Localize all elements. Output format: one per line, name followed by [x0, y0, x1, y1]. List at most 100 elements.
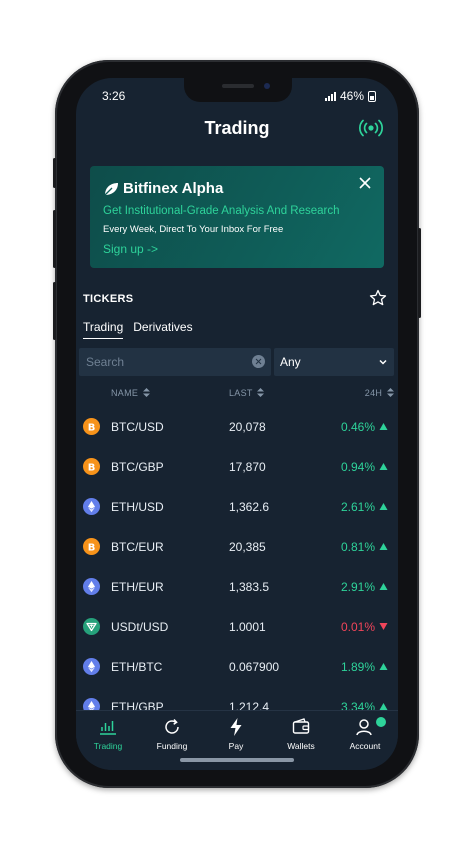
mute-switch — [53, 158, 56, 188]
tabbar-label-wallets: Wallets — [287, 741, 315, 751]
arrow-up-icon — [379, 503, 388, 510]
eth-coin-icon — [83, 578, 100, 595]
ticker-row[interactable]: B BTC/GBP 17,870 0.94% — [76, 458, 398, 498]
ticker-24h-change: 2.61% — [340, 500, 375, 514]
svg-text:B: B — [88, 463, 96, 474]
promo-banner[interactable]: Bitfinex Alpha Get Institutional-Grade A… — [90, 166, 384, 268]
eth-coin-icon — [83, 658, 100, 675]
ticker-last-price: 1,383.5 — [229, 580, 270, 594]
battery-percent: 46% — [339, 89, 364, 103]
ticker-pair: USDt/USD — [111, 620, 169, 634]
btc-coin-icon: B — [83, 458, 100, 475]
battery-icon — [368, 90, 376, 102]
svg-text:B: B — [88, 543, 96, 554]
arrow-up-icon — [379, 423, 388, 430]
speaker-grille — [222, 84, 254, 88]
power-button — [418, 228, 421, 318]
user-icon — [356, 719, 372, 736]
ticker-24h-change: 0.81% — [340, 540, 375, 554]
ticker-pair: BTC/GBP — [111, 460, 164, 474]
sort-icon — [257, 388, 265, 397]
tabbar-label-trading: Trading — [93, 741, 123, 751]
sort-icon — [143, 388, 151, 397]
ticker-pair: BTC/EUR — [111, 540, 164, 554]
ticker-row[interactable]: B BTC/EUR 20,385 0.81% — [76, 538, 398, 578]
column-header-name[interactable]: NAME — [111, 388, 151, 398]
broadcast-icon[interactable] — [358, 117, 384, 139]
btc-coin-icon: B — [83, 538, 100, 555]
banner-subtitle: Get Institutional-Grade Analysis And Res… — [103, 205, 340, 217]
tabbar-label-pay: Pay — [228, 741, 244, 751]
filter-value: Any — [280, 355, 301, 369]
close-icon[interactable] — [358, 176, 372, 190]
search-input[interactable]: Search — [86, 355, 124, 369]
arrow-up-icon — [379, 463, 388, 470]
ticker-row[interactable]: ETH/USD 1,362.6 2.61% — [76, 498, 398, 538]
lightning-icon — [230, 718, 242, 736]
notch — [184, 78, 292, 102]
arrow-up-icon — [379, 663, 388, 670]
tabbar-item-pay[interactable]: Pay — [204, 717, 268, 751]
arrow-up-icon — [379, 543, 388, 550]
ticker-last-price: 20,078 — [229, 420, 266, 434]
ticker-24h-change: 0.46% — [340, 420, 375, 434]
ticker-24h-change: 0.94% — [340, 460, 375, 474]
btc-coin-icon: B — [83, 418, 100, 435]
tab-derivatives[interactable]: Derivatives — [133, 320, 192, 339]
ticker-tabs: Trading Derivatives — [83, 320, 193, 339]
ticker-pair: ETH/USD — [111, 500, 164, 514]
tabbar-item-account[interactable]: Account — [333, 717, 397, 751]
sort-icon — [387, 388, 394, 397]
column-header-24h[interactable]: 24H — [365, 388, 394, 398]
ticker-last-price: 17,870 — [229, 460, 266, 474]
tabbar-label-funding: Funding — [156, 741, 188, 751]
ticker-row[interactable]: B BTC/USD 20,078 0.46% — [76, 418, 398, 458]
home-indicator[interactable] — [180, 758, 294, 762]
ticker-last-price: 1.0001 — [229, 620, 266, 634]
tabbar-item-funding[interactable]: Funding — [140, 717, 204, 751]
status-time: 3:26 — [102, 89, 126, 103]
ticker-24h-change: 1.89% — [340, 660, 375, 674]
ticker-pair: ETH/EUR — [111, 580, 164, 594]
eth-coin-icon — [83, 498, 100, 515]
tab-trading[interactable]: Trading — [83, 320, 124, 339]
notification-dot — [376, 717, 386, 727]
column-last-label: LAST — [229, 388, 253, 398]
arrow-up-icon — [379, 583, 388, 590]
ticker-row[interactable]: ETH/BTC 0.067900 1.89% — [76, 658, 398, 698]
volume-down-button — [53, 282, 56, 340]
filter-select[interactable]: Any — [274, 348, 394, 376]
ticker-last-price: 20,385 — [229, 540, 266, 554]
signup-link[interactable]: Sign up -> — [103, 242, 158, 256]
ticker-last-price: 0.067900 — [229, 660, 280, 674]
volume-up-button — [53, 210, 56, 268]
signal-icon — [324, 91, 336, 101]
clear-icon[interactable] — [252, 355, 265, 368]
arrow-down-icon — [379, 623, 388, 630]
camera-icon — [264, 83, 270, 89]
refresh-icon — [165, 718, 179, 734]
ticker-pair: BTC/USD — [111, 420, 164, 434]
tickers-heading: TICKERS — [83, 293, 134, 305]
banner-title: Bitfinex Alpha — [123, 180, 224, 197]
column-24h-label: 24H — [364, 388, 383, 398]
ticker-row[interactable]: ETH/EUR 1,383.5 2.91% — [76, 578, 398, 618]
tabbar-item-wallets[interactable]: Wallets — [269, 717, 333, 751]
page-title: Trading — [204, 118, 270, 138]
search-field[interactable]: Search — [79, 348, 271, 376]
usdt-coin-icon — [83, 618, 100, 635]
ticker-last-price: 1,362.6 — [229, 500, 270, 514]
chart-icon — [100, 721, 116, 735]
column-name-label: NAME — [111, 388, 139, 398]
ticker-pair: ETH/BTC — [111, 660, 163, 674]
tabbar-label-account: Account — [349, 741, 381, 751]
tabbar-item-trading[interactable]: Trading — [76, 717, 140, 751]
ticker-row[interactable]: USDt/USD 1.0001 0.01% — [76, 618, 398, 658]
wallet-icon — [292, 718, 310, 734]
ticker-24h-change: 0.01% — [340, 620, 375, 634]
column-header-last[interactable]: LAST — [229, 388, 265, 398]
banner-body: Every Week, Direct To Your Inbox For Fre… — [103, 224, 284, 235]
app-header: Trading — [76, 114, 398, 144]
app-screen: 3:26 46% Trading Bitfinex Alpha Get Inst… — [76, 78, 398, 770]
star-icon[interactable] — [369, 289, 387, 307]
